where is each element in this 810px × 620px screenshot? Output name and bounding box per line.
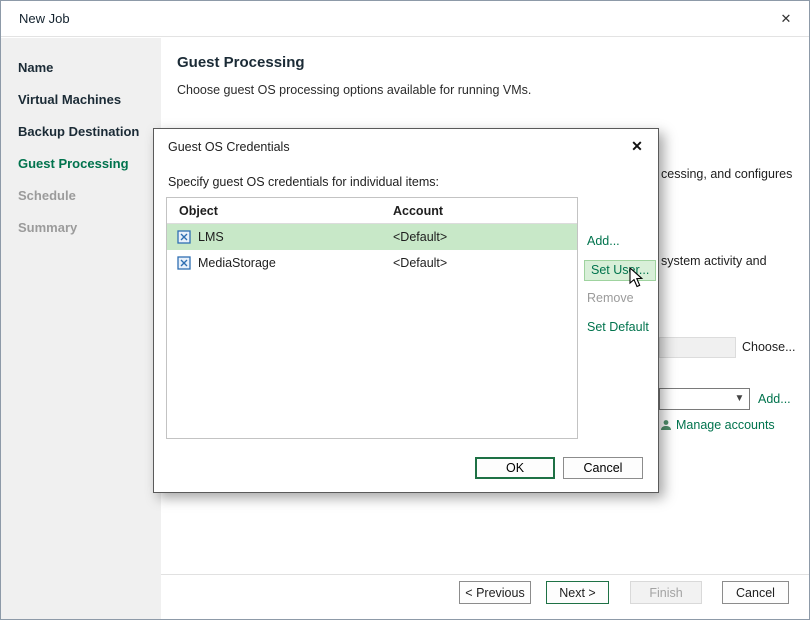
guest-os-credentials-dialog: Guest OS Credentials ✕ Specify guest OS …: [153, 128, 659, 493]
credentials-table: Object Account LMS <Default>: [166, 197, 578, 439]
window-titlebar: New Job ✕: [1, 1, 809, 37]
sidebar-item-backup-destination[interactable]: Backup Destination: [1, 116, 161, 148]
finish-button: Finish: [630, 581, 702, 604]
page-subtitle: Choose guest OS processing options avail…: [177, 83, 531, 97]
table-row[interactable]: LMS <Default>: [167, 224, 577, 250]
new-job-window: New Job ✕ Name Virtual Machines Backup D…: [0, 0, 810, 620]
remove-button: Remove: [587, 291, 634, 305]
dialog-title: Guest OS Credentials: [168, 140, 290, 154]
object-name: MediaStorage: [198, 250, 276, 276]
dialog-instruction: Specify guest OS credentials for individ…: [168, 175, 439, 189]
clipped-description-text-2: system activity and: [661, 254, 767, 268]
manage-accounts-link[interactable]: Manage accounts: [660, 418, 775, 432]
chevron-down-icon[interactable]: ▼: [732, 391, 747, 407]
credentials-dropdown[interactable]: ▼: [659, 388, 750, 410]
column-header-account: Account: [393, 198, 577, 223]
previous-button[interactable]: < Previous: [459, 581, 531, 604]
vm-icon: [177, 256, 191, 270]
account-value: <Default>: [393, 224, 577, 250]
table-row[interactable]: MediaStorage <Default>: [167, 250, 577, 276]
script-path-field[interactable]: [659, 337, 736, 358]
column-header-object: Object: [167, 198, 393, 223]
add-button[interactable]: Add...: [587, 234, 620, 248]
choose-button[interactable]: Choose...: [742, 340, 796, 354]
dialog-cancel-button[interactable]: Cancel: [563, 457, 643, 479]
clipped-description-text: cessing, and configures: [661, 167, 792, 181]
set-default-button[interactable]: Set Default: [587, 320, 649, 334]
sidebar-item-schedule: Schedule: [1, 180, 161, 212]
sidebar-item-name[interactable]: Name: [1, 52, 161, 84]
dialog-close-icon[interactable]: ✕: [628, 137, 646, 155]
wizard-steps-sidebar: Name Virtual Machines Backup Destination…: [1, 38, 161, 619]
sidebar-item-summary: Summary: [1, 212, 161, 244]
account-value: <Default>: [393, 250, 577, 276]
next-button[interactable]: Next >: [546, 581, 609, 604]
sidebar-item-guest-processing[interactable]: Guest Processing: [1, 148, 161, 180]
window-close-icon[interactable]: ✕: [777, 10, 795, 28]
window-title: New Job: [19, 11, 70, 26]
vm-icon: [177, 230, 191, 244]
sidebar-item-virtual-machines[interactable]: Virtual Machines: [1, 84, 161, 116]
object-name: LMS: [198, 224, 224, 250]
accounts-icon: [660, 419, 672, 431]
ok-button[interactable]: OK: [475, 457, 555, 479]
mouse-cursor-icon: [629, 267, 645, 289]
cancel-button[interactable]: Cancel: [722, 581, 789, 604]
footer-divider: [161, 574, 809, 575]
table-header-row: Object Account: [167, 198, 577, 224]
add-credentials-link[interactable]: Add...: [758, 392, 791, 406]
set-user-button[interactable]: Set User...: [584, 260, 656, 281]
manage-accounts-label: Manage accounts: [676, 418, 775, 432]
page-title: Guest Processing: [177, 54, 305, 71]
